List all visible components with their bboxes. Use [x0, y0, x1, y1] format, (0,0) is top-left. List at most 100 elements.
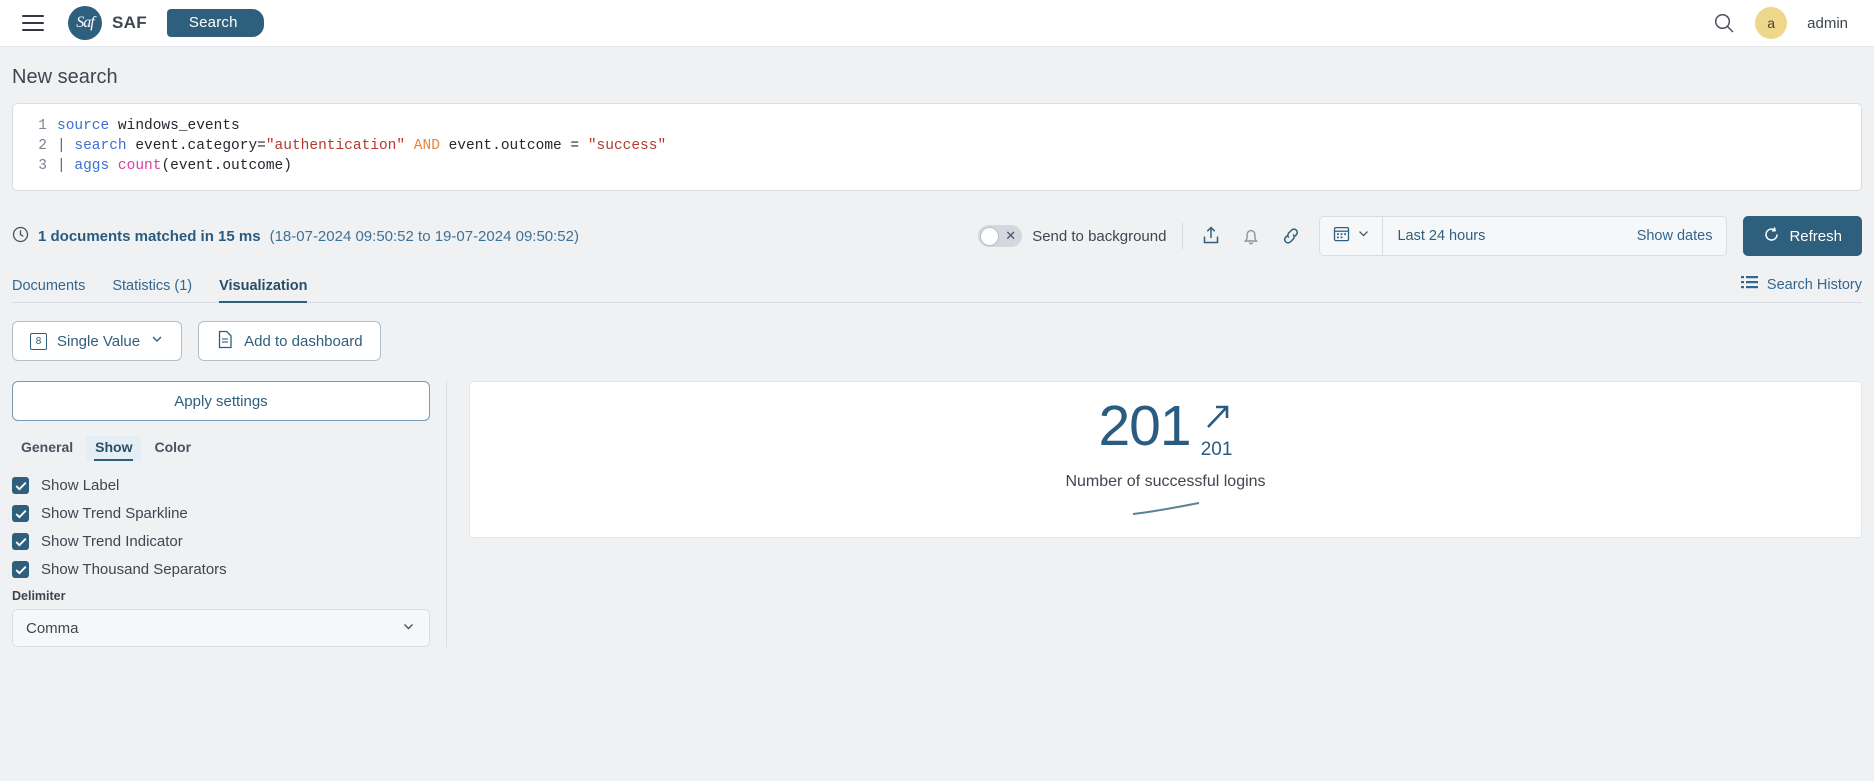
time-range-picker[interactable]: Last 24 hours Show dates: [1319, 216, 1728, 256]
search-history-label: Search History: [1766, 276, 1862, 293]
documents-matched-text: 1 documents matched in 15 ms: [38, 227, 261, 245]
trend-indicator: 201: [1201, 402, 1233, 461]
checkbox-checked-icon[interactable]: [12, 505, 29, 522]
line-number: 2: [38, 138, 47, 154]
query-line-content: | aggs count(event.outcome): [57, 156, 292, 176]
query-code-block[interactable]: 1 source windows_events 2 | search event.ca…: [13, 116, 1861, 176]
checkbox-label: Show Trend Indicator: [41, 533, 183, 550]
metric-value: 201: [1098, 393, 1191, 458]
add-to-dashboard-button[interactable]: Add to dashboard: [198, 321, 381, 361]
checkbox-label: Show Thousand Separators: [41, 561, 227, 578]
refresh-button[interactable]: Refresh: [1743, 216, 1862, 256]
value-row: 201 201: [1098, 393, 1233, 461]
token-pipe: |: [57, 138, 75, 154]
query-line-content: source windows_events: [57, 116, 240, 136]
checkbox-checked-icon[interactable]: [12, 533, 29, 550]
delimiter-label: Delimiter: [12, 589, 66, 603]
main-content: Apply settings General Show Color Show L…: [12, 381, 1862, 647]
token-plain: event.outcome =: [448, 138, 588, 154]
tab-documents[interactable]: Documents: [12, 278, 85, 302]
add-to-dashboard-label: Add to dashboard: [244, 332, 363, 350]
line-number: 3: [38, 158, 47, 174]
tab-statistics[interactable]: Statistics (1): [112, 278, 192, 302]
query-editor[interactable]: 1 source windows_events 2 | search event.ca…: [12, 103, 1862, 191]
tab-visualization[interactable]: Visualization: [219, 278, 308, 303]
checkbox-row[interactable]: Show Trend Indicator: [12, 533, 438, 550]
top-nav-right-group: a admin: [1713, 7, 1852, 39]
trend-up-arrow-icon: [1201, 402, 1233, 437]
page-title: New search: [12, 66, 118, 88]
checkbox-checked-icon[interactable]: [12, 477, 29, 494]
single-value-icon: 8: [30, 332, 47, 350]
time-range-value[interactable]: Last 24 hours: [1383, 228, 1622, 244]
app-logo[interactable]: Saf: [68, 6, 102, 40]
show-dates-button[interactable]: Show dates: [1623, 228, 1727, 244]
checkbox-row[interactable]: Show Thousand Separators: [12, 561, 438, 578]
checkbox-row[interactable]: Show Label: [12, 477, 438, 494]
settings-subtabs: General Show Color: [12, 433, 438, 461]
token-plain: windows_events: [109, 118, 240, 134]
link-icon[interactable]: [1279, 224, 1303, 248]
checkbox-row[interactable]: Show Trend Sparkline: [12, 505, 438, 522]
token-cmd: search: [74, 138, 127, 154]
delimiter-value: Comma: [26, 619, 79, 637]
send-to-background-toggle[interactable]: ✕: [978, 225, 1023, 247]
subtab-color[interactable]: Color: [145, 436, 200, 461]
chevron-down-icon: [401, 619, 416, 638]
subtab-general[interactable]: General: [12, 436, 82, 461]
top-navigation-bar: Saf SAF Search a admin: [0, 0, 1874, 47]
search-nav-pill[interactable]: Search: [166, 9, 264, 37]
show-options-list: Show Label Show Trend Sparkline Show Trend…: [12, 477, 438, 578]
avatar[interactable]: a: [1755, 7, 1788, 39]
line-number: 1: [38, 118, 47, 134]
chevron-down-icon: [150, 332, 164, 350]
logo-text: Saf: [76, 14, 94, 31]
token-pipe: |: [57, 158, 75, 174]
refresh-label: Refresh: [1789, 227, 1842, 245]
token-cmd: aggs: [74, 158, 118, 174]
subtab-show[interactable]: Show: [86, 436, 142, 461]
trend-value: 201: [1200, 438, 1233, 460]
token-fn: count: [117, 158, 162, 174]
metric-label: Number of successful logins: [1065, 472, 1266, 490]
time-range-text: (18-07-2024 09:50:52 to 19-07-2024 09:50…: [269, 227, 579, 245]
search-history-button[interactable]: Search History: [1740, 275, 1862, 302]
calendar-dropdown-button[interactable]: [1320, 217, 1384, 255]
apply-settings-button[interactable]: Apply settings: [12, 381, 430, 421]
send-to-background-group[interactable]: ✕ Send to background: [978, 225, 1166, 247]
token-plain: (event.outcome): [161, 158, 292, 174]
username-label[interactable]: admin: [1807, 15, 1848, 32]
bell-icon[interactable]: [1239, 224, 1263, 248]
checkbox-checked-icon[interactable]: [12, 561, 29, 578]
toggle-knob: [980, 226, 1000, 246]
refresh-icon: [1763, 226, 1780, 247]
document-icon: [216, 330, 234, 353]
list-icon: [1740, 275, 1758, 294]
chart-type-selector[interactable]: 8 Single Value: [12, 321, 183, 361]
status-summary: 1 documents matched in 15 ms (18-07-2024…: [12, 226, 579, 247]
delimiter-select[interactable]: Comma: [12, 609, 430, 647]
status-actions: ✕ Send to background Last 24 hours Show …: [978, 216, 1862, 256]
search-icon[interactable]: [1713, 12, 1735, 34]
query-line[interactable]: 2 | search event.category="authentication…: [13, 136, 1861, 156]
search-status-bar: 1 documents matched in 15 ms (18-07-2024…: [12, 213, 1862, 259]
send-to-background-label: Send to background: [1032, 227, 1167, 245]
query-line[interactable]: 1 source windows_events: [13, 116, 1861, 136]
divider: [1182, 223, 1184, 249]
token-kw: AND: [405, 138, 449, 154]
close-icon: ✕: [1005, 228, 1017, 243]
query-line[interactable]: 3 | aggs count(event.outcome): [13, 156, 1861, 176]
hamburger-menu-icon[interactable]: [22, 15, 44, 31]
token-str: "success": [587, 138, 667, 154]
settings-panel: Apply settings General Show Color Show L…: [12, 381, 447, 647]
chart-type-label: Single Value: [57, 332, 141, 350]
visualization-toolbar: 8 Single Value Add to dashboard: [12, 321, 1862, 361]
token-cmd: source: [57, 118, 110, 134]
share-icon[interactable]: [1199, 224, 1223, 248]
chevron-down-icon: [1357, 227, 1370, 245]
clock-icon: [12, 226, 29, 247]
query-line-content: | search event.category="authentication"…: [57, 136, 666, 156]
token-str: "authentication": [265, 138, 406, 154]
checkbox-label: Show Trend Sparkline: [41, 505, 188, 522]
trend-sparkline: [1131, 501, 1201, 522]
